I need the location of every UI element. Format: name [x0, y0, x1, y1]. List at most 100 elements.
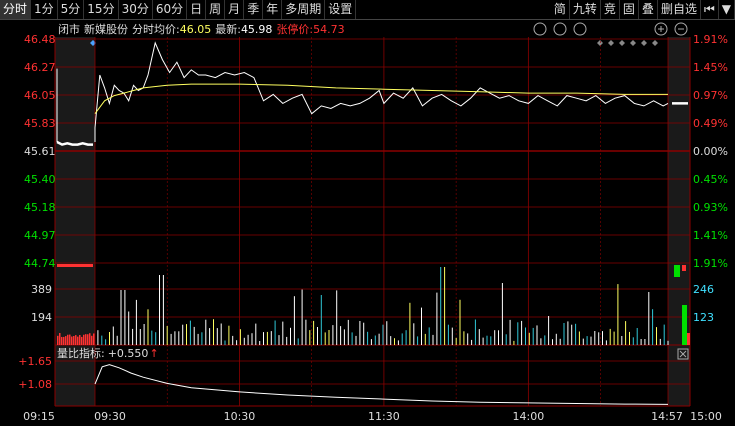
- volume-bar: [182, 324, 184, 345]
- volume-bar: [328, 330, 330, 345]
- event-marker: [652, 40, 658, 46]
- price-tick-left: 45.18: [24, 201, 56, 214]
- volume-bar: [498, 330, 499, 345]
- volume-bar: [324, 332, 326, 345]
- volume-bar: [440, 267, 442, 345]
- toolbar-right-0[interactable]: 简: [551, 0, 570, 19]
- volume-bar: [363, 322, 365, 345]
- volume-bar: [159, 275, 160, 345]
- volume-bar: [132, 328, 134, 345]
- volume-bar: [343, 329, 345, 345]
- volume-bar: [540, 338, 542, 345]
- back-icon[interactable]: ⏮: [701, 0, 719, 19]
- volume-bar: [594, 331, 596, 345]
- event-marker: [641, 40, 647, 46]
- volume-bar: [151, 330, 153, 345]
- toolbar-right-4[interactable]: 叠: [639, 0, 658, 19]
- volume-bar: [417, 336, 419, 345]
- last-price-value: 45.98: [241, 23, 273, 36]
- volume-bar: [586, 336, 588, 345]
- volume-bar: [467, 333, 469, 345]
- volume-bar: [320, 295, 322, 345]
- tab-8[interactable]: 月: [225, 0, 245, 19]
- tab-5[interactable]: 60分: [153, 0, 188, 19]
- tab-6[interactable]: 日: [187, 0, 207, 19]
- last-price-label: 最新:: [215, 22, 241, 36]
- volume-bar: [147, 309, 149, 345]
- tab-9[interactable]: 季: [244, 0, 264, 19]
- volume-bar: [228, 325, 230, 345]
- volume-bar: [409, 302, 411, 345]
- tab-2[interactable]: 5分: [58, 0, 85, 19]
- auction-volume-bar: [89, 333, 91, 345]
- auction-volume-bar: [85, 334, 87, 345]
- post-close-area: [668, 37, 690, 406]
- event-marker: [619, 40, 625, 46]
- avg-price-value: 46.05: [180, 23, 212, 36]
- volume-bar: [378, 333, 380, 345]
- toolbar-right-2[interactable]: 竞: [601, 0, 620, 19]
- price-tick-left: 45.40: [24, 173, 56, 186]
- volume-bar: [536, 325, 538, 345]
- tab-11[interactable]: 多周期: [282, 0, 326, 19]
- toolbar-right-5[interactable]: 删自选: [658, 0, 701, 19]
- volume-bar: [575, 323, 577, 345]
- tab-7[interactable]: 周: [206, 0, 226, 19]
- auction-volume-bar: [59, 333, 61, 345]
- limit-price-label: 张停价:: [276, 22, 313, 36]
- toolbar-right-1[interactable]: 九转: [570, 0, 601, 19]
- volume-bar: [459, 299, 461, 345]
- volume-bar: [293, 296, 295, 345]
- auction-volume-bar: [87, 334, 89, 345]
- volume-bar: [351, 332, 353, 345]
- volume-bar: [193, 326, 195, 345]
- auction-volume-bar: [65, 336, 67, 345]
- volume-bar: [313, 320, 315, 345]
- volume-bar: [505, 334, 507, 345]
- price-tick-left: 44.97: [24, 229, 56, 242]
- volume-bar: [347, 319, 349, 345]
- volume-bar: [455, 337, 457, 345]
- volume-bar: [428, 327, 430, 345]
- eye-icon[interactable]: [533, 22, 547, 36]
- auction-volume-bar: [75, 335, 77, 345]
- volume-bar: [370, 339, 372, 345]
- volume-bar: [201, 332, 203, 345]
- volume-bar: [112, 326, 114, 345]
- volume-bar: [243, 337, 245, 345]
- tab-4[interactable]: 30分: [119, 0, 153, 19]
- volume-bar: [598, 332, 600, 345]
- volume-bar: [555, 333, 557, 345]
- volume-bar: [525, 327, 526, 345]
- volume-bar: [224, 340, 226, 345]
- auction-volume-bar: [81, 336, 83, 345]
- refresh-icon[interactable]: [553, 22, 567, 36]
- close-icon[interactable]: [573, 22, 587, 36]
- volume-bar: [663, 324, 665, 345]
- tab-3[interactable]: 15分: [84, 0, 119, 19]
- volume-bar: [482, 337, 484, 345]
- price-tick-right: 0.45%: [693, 173, 728, 186]
- volume-bar: [390, 336, 392, 345]
- post-volume-bar2: [687, 333, 690, 345]
- price-tick-right: 1.91%: [693, 257, 728, 270]
- toolbar-right: 简九转竞固叠删自选 ⏮ ▼: [551, 0, 735, 19]
- tab-1[interactable]: 1分: [31, 0, 58, 19]
- auction-volume-bar: [63, 336, 65, 345]
- volume-bar: [602, 331, 603, 345]
- intraday-chart[interactable]: 闭市 新媒股份 分时 均价: 46.05 最新: 45.98 张停价: 54.7346.4846…: [0, 20, 735, 426]
- price-tick-left: 46.48: [24, 33, 56, 46]
- volume-bar: [486, 335, 488, 345]
- volume-bar: [640, 339, 642, 345]
- volume-bar: [101, 335, 103, 345]
- volume-bar: [186, 324, 187, 345]
- volume-bar: [290, 327, 291, 345]
- tab-12[interactable]: 设置: [325, 0, 357, 19]
- volume-bar: [513, 340, 515, 345]
- price-tick-right: 0.97%: [693, 89, 728, 102]
- toolbar-right-3[interactable]: 固: [620, 0, 639, 19]
- tab-0[interactable]: 分时: [0, 0, 32, 19]
- volume-bar: [432, 334, 434, 345]
- tab-10[interactable]: 年: [263, 0, 283, 19]
- dropdown-icon[interactable]: ▼: [719, 0, 735, 19]
